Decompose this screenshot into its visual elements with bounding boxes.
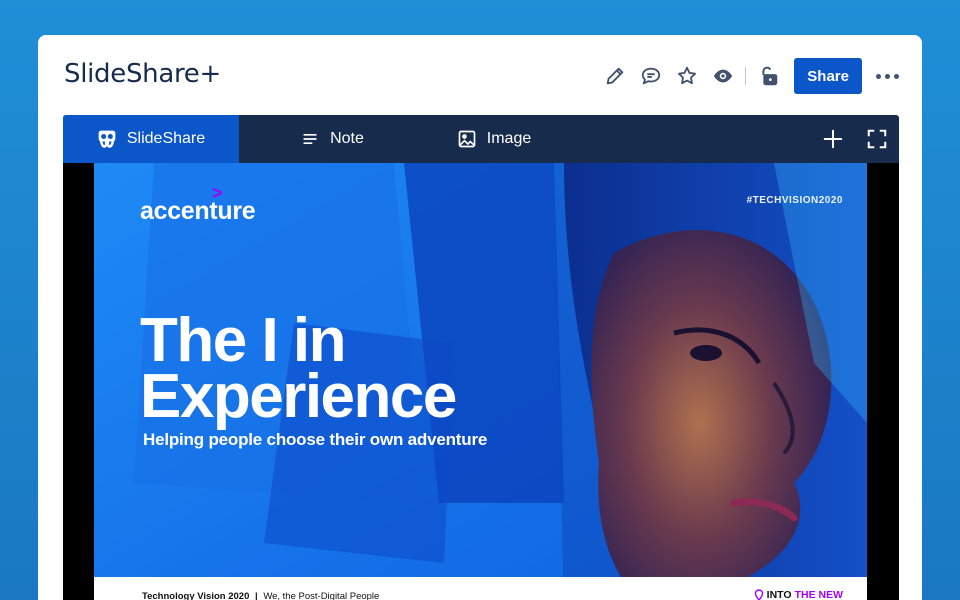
slide-viewer[interactable]: > accenture #TECHVISION2020 The I in Exp… [63,163,899,600]
page-card: SlideShare+ Share SlideShare Note Image … [38,35,922,600]
watch-icon[interactable] [705,58,741,94]
presentation-slide: > accenture #TECHVISION2020 The I in Exp… [94,163,867,600]
footer-the-new: THE NEW [794,589,843,600]
tab-note[interactable]: Note [269,115,395,163]
star-icon[interactable] [669,58,705,94]
page-title: SlideShare+ [64,59,221,89]
footer-separator: | [255,590,258,600]
add-icon[interactable] [811,115,855,163]
slide-subhead: Helping people choose their own adventur… [143,430,488,449]
headline-line-1: The I in [140,306,346,375]
macro-tabbar: SlideShare Note Image [63,115,899,163]
fullscreen-icon[interactable] [855,115,899,163]
logo-text: accenture [140,197,256,225]
footer-left: Technology Vision 2020 | We, the Post-Di… [142,591,379,600]
footer-subtitle: We, the Post-Digital People [263,590,380,600]
tab-label: Image [486,130,532,147]
slideshare-macro: SlideShare Note Image > accenture #TECHV… [63,115,899,600]
tab-slideshare[interactable]: SlideShare [63,115,239,163]
comment-icon[interactable] [633,58,669,94]
edit-icon[interactable] [597,58,633,94]
footer-right: INTO THE NEW [754,589,843,600]
toolbar-divider [745,67,747,85]
accenture-logo: > accenture [140,183,256,226]
more-icon[interactable] [872,58,902,94]
logo-arrow-icon: > [212,183,223,203]
tab-label: SlideShare [126,130,206,147]
footer-title: Technology Vision 2020 [142,590,250,600]
share-button[interactable]: Share [794,58,862,94]
slide-footer: Technology Vision 2020 | We, the Post-Di… [94,577,867,600]
page-actions: Share [597,57,902,95]
slideshare-icon [98,130,116,148]
tab-label: Note [330,130,364,147]
restrictions-icon[interactable] [750,58,786,94]
headline-line-2: Experience [140,362,457,431]
tab-image[interactable]: Image [441,115,547,163]
macro-tools [811,115,899,163]
location-pin-icon [754,589,763,600]
slide-headline: The I in Experience [140,306,457,431]
image-icon [458,130,476,148]
slide-hashtag: #TECHVISION2020 [746,195,843,206]
footer-into: INTO [766,589,792,600]
note-lines-icon [303,134,317,144]
